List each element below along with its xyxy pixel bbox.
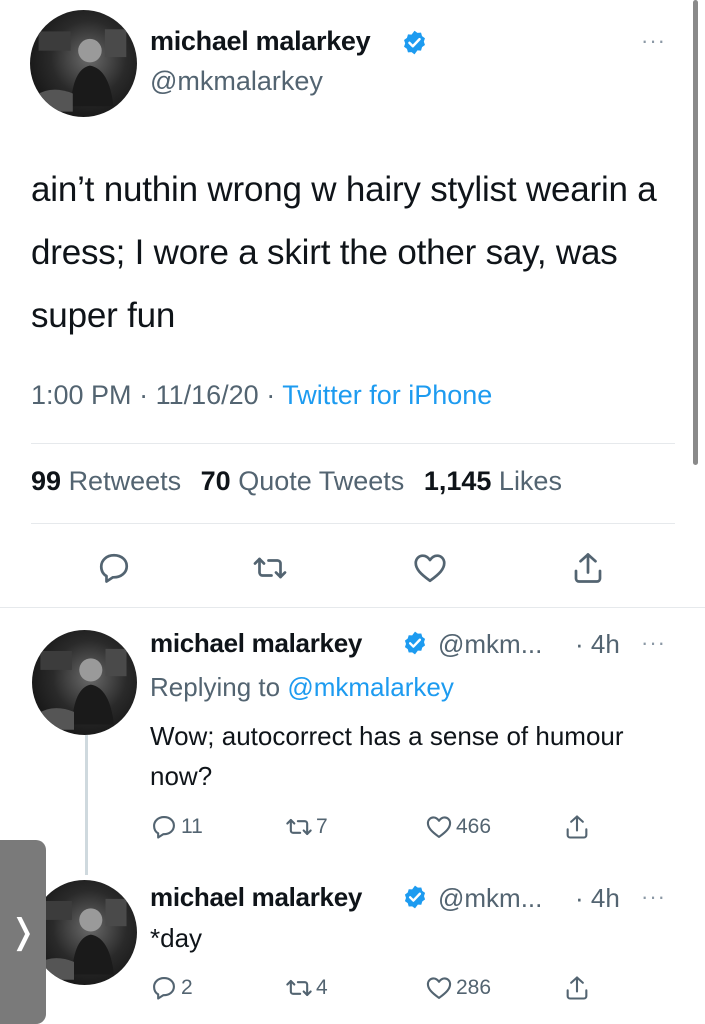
likes-label: Likes: [498, 466, 562, 496]
retweet-button[interactable]: [252, 550, 288, 586]
reply-text: Wow; autocorrect has a sense of humour n…: [150, 721, 624, 791]
meta-separator: ·: [139, 380, 149, 410]
divider: [31, 523, 675, 524]
tweet-source-link[interactable]: Twitter for iPhone: [282, 380, 492, 410]
heart-icon: [426, 816, 452, 838]
section-divider: [0, 607, 705, 608]
author-avatar[interactable]: [30, 10, 137, 117]
tweet-stats: 99 Retweets 70 Quote Tweets 1,145 Likes: [31, 466, 574, 497]
retweet-count: 4: [316, 976, 328, 999]
like-button[interactable]: 466: [425, 812, 491, 842]
share-icon: [574, 553, 602, 583]
avatar-photo-icon: [37, 898, 127, 980]
tweet-time[interactable]: 1:00 PM: [31, 380, 132, 410]
replying-to: Replying to @mkmalarkey: [150, 672, 454, 703]
retweet-button[interactable]: 7: [285, 812, 328, 842]
reply-button[interactable]: [96, 550, 132, 586]
replying-to-label: Replying to: [150, 672, 281, 702]
tweet-metadata: 1:00 PM · 11/16/20 · Twitter for iPhone: [31, 380, 492, 411]
quote-tweets-count: 70: [200, 466, 231, 496]
reply-icon: [153, 977, 175, 1000]
verified-badge-icon: [404, 30, 425, 55]
like-button[interactable]: 286: [425, 973, 491, 1003]
reply-button[interactable]: 2: [150, 973, 193, 1003]
likes-count: 1,145: [423, 466, 492, 496]
retweet-icon: [286, 979, 312, 997]
author-handle[interactable]: @mkmalarkey: [150, 66, 323, 97]
retweet-button[interactable]: 4: [285, 973, 328, 1003]
heart-icon: [426, 977, 452, 999]
likes-stat[interactable]: 1,145 Likes: [424, 466, 562, 496]
share-icon: [566, 976, 588, 1000]
share-icon: [566, 815, 588, 839]
share-button[interactable]: [563, 812, 594, 842]
heart-icon: [414, 554, 446, 583]
reply-count: 11: [181, 815, 203, 838]
side-panel-tab[interactable]: ❭: [0, 840, 46, 1024]
reply-author-avatar[interactable]: [32, 880, 137, 985]
reply-author-avatar[interactable]: [32, 630, 137, 735]
share-button[interactable]: [570, 550, 606, 586]
retweet-count: 7: [316, 815, 328, 838]
more-options-icon[interactable]: ···: [641, 886, 666, 908]
verified-badge-icon: [404, 885, 426, 909]
like-button[interactable]: [412, 550, 448, 586]
verified-badge-icon: [404, 631, 426, 655]
reply-text: *day: [150, 923, 203, 953]
reply-author-name[interactable]: michael malarkey: [150, 628, 362, 659]
retweets-label: Retweets: [68, 466, 182, 496]
reply-author-handle[interactable]: @mkm...: [438, 883, 542, 914]
retweets-stat[interactable]: 99 Retweets: [31, 466, 181, 496]
quote-tweets-stat[interactable]: 70 Quote Tweets: [201, 466, 405, 496]
reply-age[interactable]: · 4h: [575, 883, 620, 914]
more-options-icon[interactable]: ···: [641, 30, 666, 52]
like-count: 466: [456, 815, 492, 838]
reply-count: 2: [181, 976, 193, 999]
reply-author-name[interactable]: michael malarkey: [150, 882, 362, 913]
retweet-icon: [286, 818, 312, 836]
reply-icon: [153, 816, 175, 839]
meta-separator: ·: [266, 380, 276, 410]
share-button[interactable]: [563, 973, 594, 1003]
reply-author-handle[interactable]: @mkm...: [438, 629, 542, 660]
retweets-count: 99: [31, 466, 62, 496]
like-count: 286: [456, 976, 492, 999]
scrollbar[interactable]: [693, 0, 698, 465]
tweet-date[interactable]: 11/16/20: [156, 380, 259, 410]
divider: [31, 443, 675, 444]
avatar-photo-icon: [35, 29, 127, 112]
retweet-icon: [253, 557, 287, 579]
quote-tweets-label: Quote Tweets: [238, 466, 405, 496]
reply-age[interactable]: · 4h: [575, 629, 620, 660]
avatar-photo-icon: [37, 648, 127, 730]
more-options-icon[interactable]: ···: [641, 632, 666, 654]
chevron-right-icon: ❭: [8, 913, 38, 951]
reply-icon: [99, 553, 129, 583]
replying-to-mention[interactable]: @mkmalarkey: [287, 672, 454, 702]
tweet-text: ain’t nuthin wrong w hairy stylist weari…: [31, 170, 657, 335]
author-name[interactable]: michael malarkey: [150, 26, 371, 57]
thread-connector-line: [85, 735, 88, 875]
reply-button[interactable]: 11: [150, 812, 203, 842]
